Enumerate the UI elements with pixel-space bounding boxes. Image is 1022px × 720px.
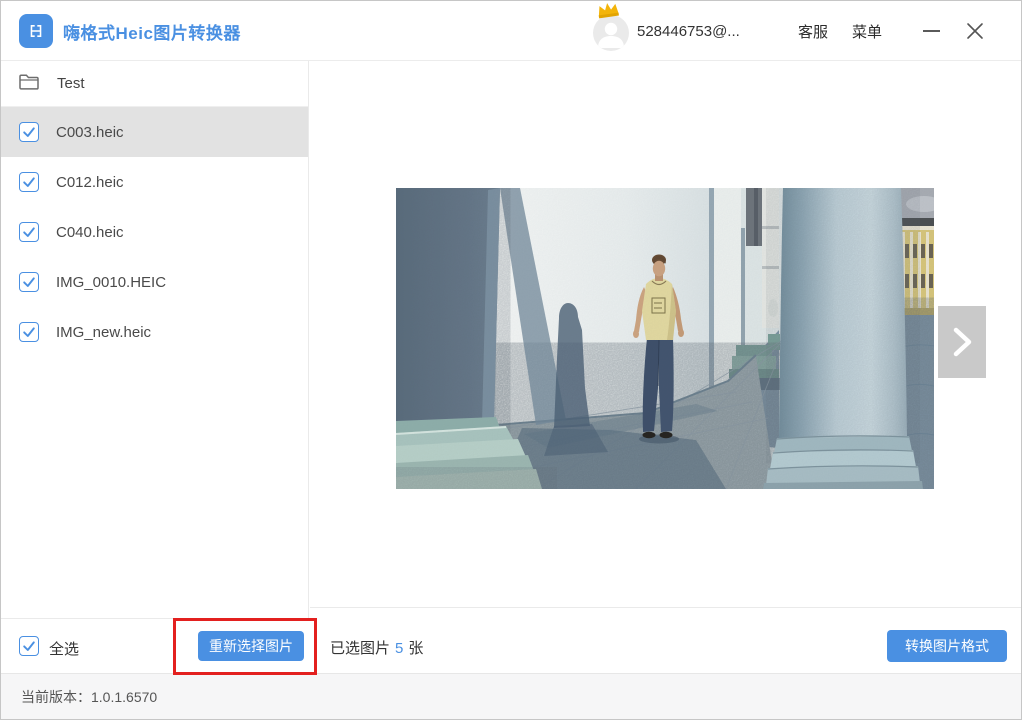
count-value: 5	[395, 640, 403, 657]
file-row-img0010[interactable]: IMG_0010.HEIC	[1, 257, 308, 307]
avatar[interactable]	[593, 15, 629, 51]
app-title: 嗨格式Heic图片转换器	[63, 1, 241, 61]
app-logo-icon	[19, 14, 53, 48]
file-row-c003[interactable]: C003.heic	[1, 107, 308, 157]
file-checkbox[interactable]	[19, 222, 39, 242]
file-checkbox[interactable]	[19, 172, 39, 192]
file-row-c040[interactable]: C040.heic	[1, 207, 308, 257]
bottom-bar-right: 已选图片 5张 转换图片格式	[310, 607, 1022, 673]
select-all-label: 全选	[49, 638, 79, 659]
folder-row[interactable]: Test	[1, 61, 308, 107]
header: 嗨格式Heic图片转换器 528446753@... 客服 菜单	[1, 1, 1021, 61]
file-checkbox[interactable]	[19, 272, 39, 292]
file-checkbox[interactable]	[19, 322, 39, 342]
photo-preview	[396, 188, 934, 489]
minimize-button[interactable]	[913, 13, 949, 49]
count-suffix: 张	[408, 640, 423, 657]
close-button[interactable]	[957, 13, 993, 49]
account-name[interactable]: 528446753@...	[637, 1, 740, 61]
footer: 当前版本：1.0.1.6570	[1, 673, 1021, 720]
app-window: 嗨格式Heic图片转换器 528446753@... 客服 菜单	[0, 0, 1022, 720]
folder-name: Test	[57, 75, 85, 92]
next-image-button[interactable]	[938, 306, 986, 378]
selected-count: 已选图片 5张	[330, 637, 423, 658]
file-name: IMG_new.heic	[56, 324, 151, 341]
file-name: C003.heic	[56, 124, 124, 141]
file-name: IMG_0010.HEIC	[56, 274, 166, 291]
version-label: 当前版本：	[21, 689, 91, 705]
file-row-c012[interactable]: C012.heic	[1, 157, 308, 207]
file-list-sidebar: Test C003.heic C012.heic C040.heic IMG_0…	[1, 61, 309, 618]
folder-icon	[18, 72, 40, 96]
menu-link[interactable]: 菜单	[852, 1, 882, 61]
reselect-images-button[interactable]: 重新选择图片	[198, 631, 304, 661]
version-value: 1.0.1.6570	[91, 689, 157, 705]
file-name: C012.heic	[56, 174, 124, 191]
count-prefix: 已选图片	[330, 640, 390, 657]
file-row-imgnew[interactable]: IMG_new.heic	[1, 307, 308, 357]
support-link[interactable]: 客服	[798, 1, 828, 61]
minimize-icon	[923, 30, 940, 32]
select-all-checkbox[interactable]	[19, 636, 39, 656]
convert-button[interactable]: 转换图片格式	[887, 630, 1007, 662]
chevron-right-icon	[948, 322, 976, 362]
file-checkbox[interactable]	[19, 122, 39, 142]
version-text: 当前版本：1.0.1.6570	[21, 687, 157, 707]
close-icon	[965, 21, 985, 41]
file-name: C040.heic	[56, 224, 124, 241]
